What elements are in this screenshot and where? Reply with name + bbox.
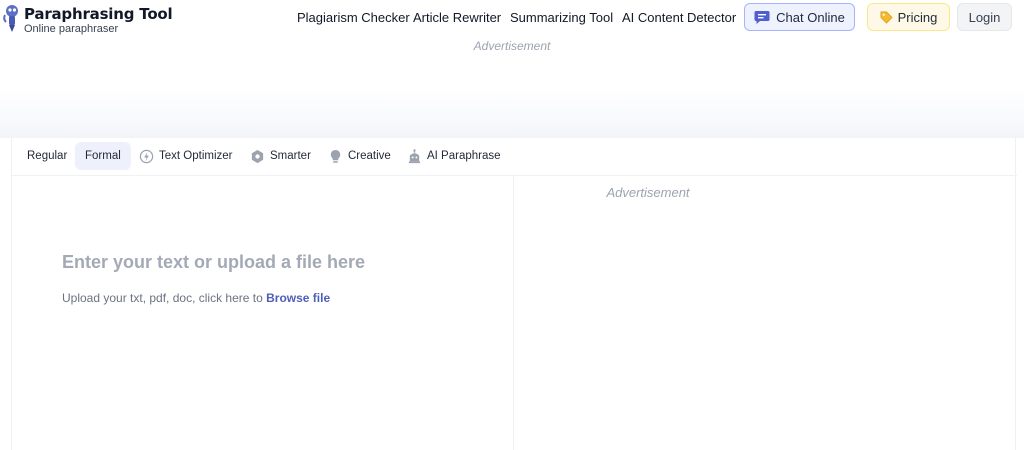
- tab-smarter[interactable]: Smarter: [250, 142, 311, 170]
- chat-bubble-icon: [754, 11, 770, 24]
- input-text-area[interactable]: Enter your text or upload a file here Up…: [12, 176, 513, 450]
- tab-ai-paraphrase[interactable]: AI Paraphrase: [407, 142, 501, 170]
- nav-summarizing-tool[interactable]: Summarizing Tool: [510, 10, 613, 25]
- brand-logo[interactable]: Paraphrasing Tool Online paraphraser: [2, 3, 173, 35]
- nav-article-rewriter[interactable]: Article Rewriter: [413, 10, 501, 25]
- mode-tabs: Regular Formal Text Optimizer Smarter Cr: [12, 138, 1017, 176]
- upload-hint: Upload your txt, pdf, doc, click here to…: [62, 291, 330, 305]
- paraphraser-panel: Regular Formal Text Optimizer Smarter Cr: [11, 138, 1017, 450]
- advertisement-label-top: Advertisement: [473, 39, 551, 53]
- brand-subtitle: Online paraphraser: [24, 23, 119, 35]
- tab-label: Formal: [85, 150, 121, 162]
- advertisement-label-right: Advertisement: [606, 185, 690, 200]
- tab-text-optimizer[interactable]: Text Optimizer: [139, 142, 233, 170]
- login-button[interactable]: Login: [957, 3, 1012, 31]
- upload-hint-text: Upload your txt, pdf, doc, click here to: [62, 291, 263, 305]
- tab-label: AI Paraphrase: [427, 150, 501, 162]
- chat-online-button[interactable]: Chat Online: [744, 3, 855, 31]
- price-tag-icon: [880, 11, 893, 24]
- tab-formal[interactable]: Formal: [75, 142, 131, 170]
- tab-label: Regular: [27, 150, 68, 162]
- advertisement-area: [0, 56, 1024, 138]
- tab-label: Text Optimizer: [159, 150, 233, 162]
- hexagon-icon: [251, 149, 264, 163]
- brand-title: Paraphrasing Tool: [24, 5, 173, 23]
- tab-label: Smarter: [270, 150, 311, 162]
- nav-ai-content-detector[interactable]: AI Content Detector: [622, 10, 736, 25]
- tab-regular[interactable]: Regular: [17, 142, 77, 170]
- top-header: Paraphrasing Tool Online paraphraser Pla…: [0, 0, 1024, 36]
- lightning-icon: [139, 149, 154, 163]
- chat-online-label: Chat Online: [776, 9, 845, 25]
- pen-robot-logo-icon: [3, 5, 18, 32]
- pricing-label: Pricing: [897, 9, 938, 25]
- tab-label: Creative: [348, 150, 391, 162]
- nav-plagiarism-checker[interactable]: Plagiarism Checker: [297, 10, 410, 25]
- tab-creative[interactable]: Creative: [328, 142, 391, 170]
- input-placeholder: Enter your text or upload a file here: [62, 252, 366, 272]
- output-area: [514, 176, 1017, 450]
- robot-icon: [408, 148, 421, 163]
- pricing-button[interactable]: Pricing: [867, 3, 950, 31]
- bulb-icon: [330, 149, 341, 163]
- browse-file-link[interactable]: Browse file: [266, 291, 330, 305]
